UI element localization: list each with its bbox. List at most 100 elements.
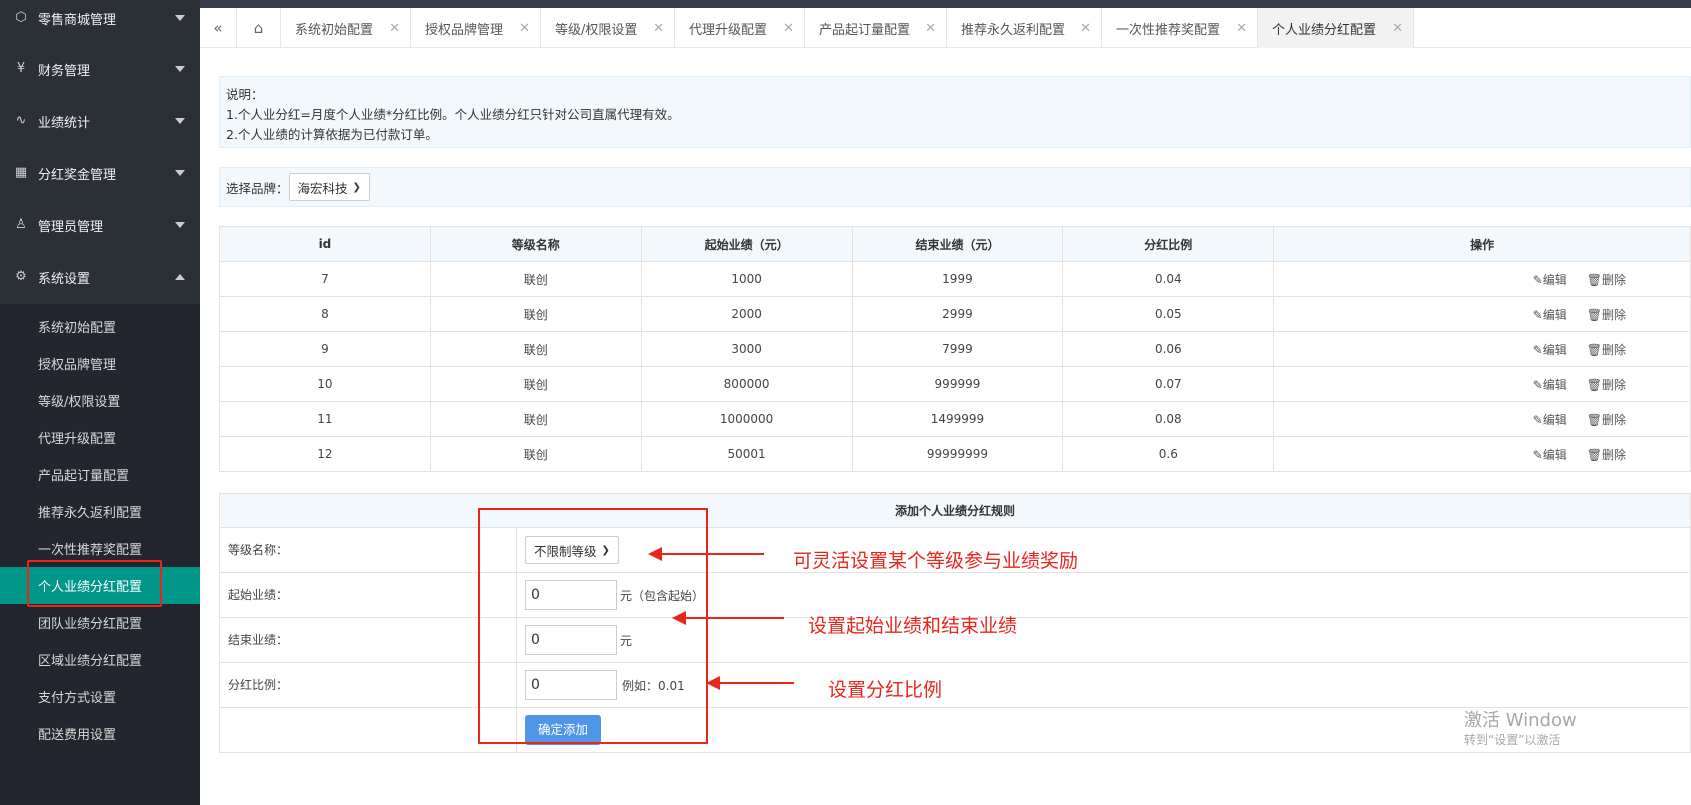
edit-button[interactable]: ✎编辑 bbox=[1533, 306, 1567, 323]
column-header: id bbox=[219, 226, 431, 262]
delete-label: 删除 bbox=[1601, 447, 1626, 462]
collapse-sidebar-button[interactable]: « bbox=[200, 8, 237, 48]
double-chevron-left-icon: « bbox=[213, 19, 223, 37]
chevron-down-icon: ❯ bbox=[601, 544, 610, 556]
edit-button[interactable]: ✎编辑 bbox=[1533, 341, 1567, 358]
table-cell: 999999 bbox=[851, 366, 1064, 402]
tab-one-time-referral[interactable]: 一次性推荐奖配置 ✕ bbox=[1102, 8, 1258, 48]
sidebar-group-bonus[interactable]: ▦ 分红奖金管理 bbox=[0, 147, 200, 199]
edit-button[interactable]: ✎编辑 bbox=[1533, 271, 1567, 288]
tab-agent-upgrade[interactable]: 代理升级配置 ✕ bbox=[675, 8, 805, 48]
annotation-arrow bbox=[672, 611, 784, 625]
close-icon[interactable]: ✕ bbox=[783, 21, 794, 36]
actions-cell: ✎编辑 🗑删除 bbox=[1273, 366, 1691, 402]
close-icon[interactable]: ✕ bbox=[519, 21, 530, 36]
column-header: 结束业绩（元） bbox=[851, 226, 1064, 262]
sidebar-item-min-order[interactable]: 产品起订量配置 bbox=[0, 456, 200, 493]
delete-button[interactable]: 🗑删除 bbox=[1587, 341, 1626, 358]
tab-system-init[interactable]: 系统初始配置 ✕ bbox=[281, 8, 411, 48]
sidebar-group-label: 分红奖金管理 bbox=[38, 167, 117, 183]
close-icon[interactable]: ✕ bbox=[1236, 21, 1247, 36]
delete-button[interactable]: 🗑删除 bbox=[1587, 271, 1626, 288]
tab-personal-bonus[interactable]: 个人业绩分红配置 ✕ bbox=[1258, 8, 1414, 48]
sidebar-group-performance[interactable]: ∿ 业绩统计 bbox=[0, 95, 200, 147]
sidebar-item-region-bonus[interactable]: 区域业绩分红配置 bbox=[0, 641, 200, 678]
tab-label: 个人业绩分红配置 bbox=[1272, 22, 1377, 38]
table-cell: 3000 bbox=[640, 331, 853, 367]
confirm-add-button[interactable]: 确定添加 bbox=[525, 715, 602, 745]
close-icon[interactable]: ✕ bbox=[389, 21, 400, 36]
sidebar-item-shipping[interactable]: 配送费用设置 bbox=[0, 715, 200, 752]
column-header: 起始业绩（元） bbox=[640, 226, 853, 262]
tab-brand-auth[interactable]: 授权品牌管理 ✕ bbox=[411, 8, 541, 48]
actions-cell: ✎编辑 🗑删除 bbox=[1273, 436, 1691, 472]
sidebar-item-referral-rebate[interactable]: 推荐永久返利配置 bbox=[0, 493, 200, 530]
edit-button[interactable]: ✎编辑 bbox=[1533, 411, 1567, 428]
sidebar-group-admin[interactable]: ♙ 管理员管理 bbox=[0, 199, 200, 251]
end-unit: 元 bbox=[620, 633, 633, 648]
cube-icon: ⬡ bbox=[15, 10, 27, 25]
home-tab[interactable]: ⌂ bbox=[237, 8, 281, 48]
sidebar-item-team-bonus[interactable]: 团队业绩分红配置 bbox=[0, 604, 200, 641]
delete-label: 删除 bbox=[1601, 377, 1626, 392]
form-title: 添加个人业绩分红规则 bbox=[219, 493, 1691, 528]
close-icon[interactable]: ✕ bbox=[653, 21, 664, 36]
annotation-arrow bbox=[706, 676, 794, 690]
brand-label: 选择品牌： bbox=[226, 180, 289, 196]
pencil-icon: ✎ bbox=[1532, 377, 1543, 392]
delete-button[interactable]: 🗑删除 bbox=[1587, 376, 1626, 393]
level-select[interactable]: 不限制等级 ❯ bbox=[525, 536, 619, 564]
tab-min-order[interactable]: 产品起订量配置 ✕ bbox=[805, 8, 947, 48]
tab-label: 授权品牌管理 bbox=[425, 22, 504, 38]
sidebar-item-level-permission[interactable]: 等级/权限设置 bbox=[0, 382, 200, 419]
notice-title: 说明： bbox=[226, 87, 264, 102]
edit-button[interactable]: ✎编辑 bbox=[1533, 376, 1567, 393]
delete-button[interactable]: 🗑删除 bbox=[1587, 306, 1626, 323]
notice-panel: 说明： 1.个人业分红=月度个人业绩*分红比例。个人业绩分红只针对公司直属代理有… bbox=[219, 76, 1691, 148]
pulse-icon: ∿ bbox=[15, 113, 27, 128]
table-row: 9 联创 3000 7999 0.06 ✎编辑 🗑删除 bbox=[219, 331, 1691, 367]
column-header: 等级名称 bbox=[429, 226, 642, 262]
edit-label: 编辑 bbox=[1542, 377, 1567, 392]
start-amount-input[interactable]: 0 bbox=[525, 580, 617, 610]
sidebar-group-label: 业绩统计 bbox=[38, 115, 91, 131]
tab-label: 产品起订量配置 bbox=[819, 22, 911, 38]
sidebar-item-one-time-referral[interactable]: 一次性推荐奖配置 bbox=[0, 530, 200, 567]
trash-icon: 🗑 bbox=[1586, 412, 1602, 427]
close-icon[interactable]: ✕ bbox=[1392, 21, 1403, 36]
sidebar-group-retail[interactable]: ⬡ 零售商城管理 bbox=[0, 0, 200, 44]
chevron-down-icon bbox=[175, 118, 185, 124]
delete-button[interactable]: 🗑删除 bbox=[1587, 411, 1626, 428]
sidebar-group-settings[interactable]: ⚙ 系统设置 bbox=[0, 251, 200, 303]
pencil-icon: ✎ bbox=[1532, 307, 1543, 322]
end-amount-input[interactable]: 0 bbox=[525, 625, 617, 655]
sidebar-item-agent-upgrade[interactable]: 代理升级配置 bbox=[0, 419, 200, 456]
table-cell: 8 bbox=[219, 296, 431, 332]
ratio-input[interactable]: 0 bbox=[525, 670, 617, 700]
chevron-down-icon: ❯ bbox=[352, 181, 361, 193]
sidebar-group-label: 财务管理 bbox=[38, 63, 91, 79]
pencil-icon: ✎ bbox=[1532, 412, 1543, 427]
edit-button[interactable]: ✎编辑 bbox=[1533, 446, 1567, 463]
bonus-rules-table: id 等级名称 起始业绩（元） 结束业绩（元） 分红比例 操作 7 联创 1000 1… bbox=[219, 226, 1691, 472]
delete-button[interactable]: 🗑删除 bbox=[1587, 446, 1626, 463]
table-cell: 0.04 bbox=[1062, 261, 1275, 297]
sidebar-item-payment[interactable]: 支付方式设置 bbox=[0, 678, 200, 715]
sidebar-group-finance[interactable]: ¥ 财务管理 bbox=[0, 43, 200, 95]
brand-select[interactable]: 海宏科技 ❯ bbox=[288, 173, 370, 201]
tab-label: 等级/权限设置 bbox=[555, 22, 638, 38]
close-icon[interactable]: ✕ bbox=[1080, 21, 1091, 36]
close-icon[interactable]: ✕ bbox=[925, 21, 936, 36]
edit-label: 编辑 bbox=[1542, 342, 1567, 357]
table-row: 12 联创 50001 99999999 0.6 ✎编辑 🗑删除 bbox=[219, 436, 1691, 472]
tab-referral-rebate[interactable]: 推荐永久返利配置 ✕ bbox=[947, 8, 1102, 48]
table-cell: 联创 bbox=[429, 331, 642, 367]
table-cell: 11 bbox=[219, 401, 431, 437]
sidebar-item-brand-auth[interactable]: 授权品牌管理 bbox=[0, 345, 200, 382]
tab-level-permission[interactable]: 等级/权限设置 ✕ bbox=[541, 8, 675, 48]
table-cell: 99999999 bbox=[851, 436, 1064, 472]
chevron-down-icon bbox=[175, 170, 185, 176]
sidebar-item-system-init[interactable]: 系统初始配置 bbox=[0, 308, 200, 345]
sidebar-item-personal-bonus[interactable]: 个人业绩分红配置 bbox=[0, 567, 200, 604]
level-label: 等级名称： bbox=[228, 543, 289, 557]
